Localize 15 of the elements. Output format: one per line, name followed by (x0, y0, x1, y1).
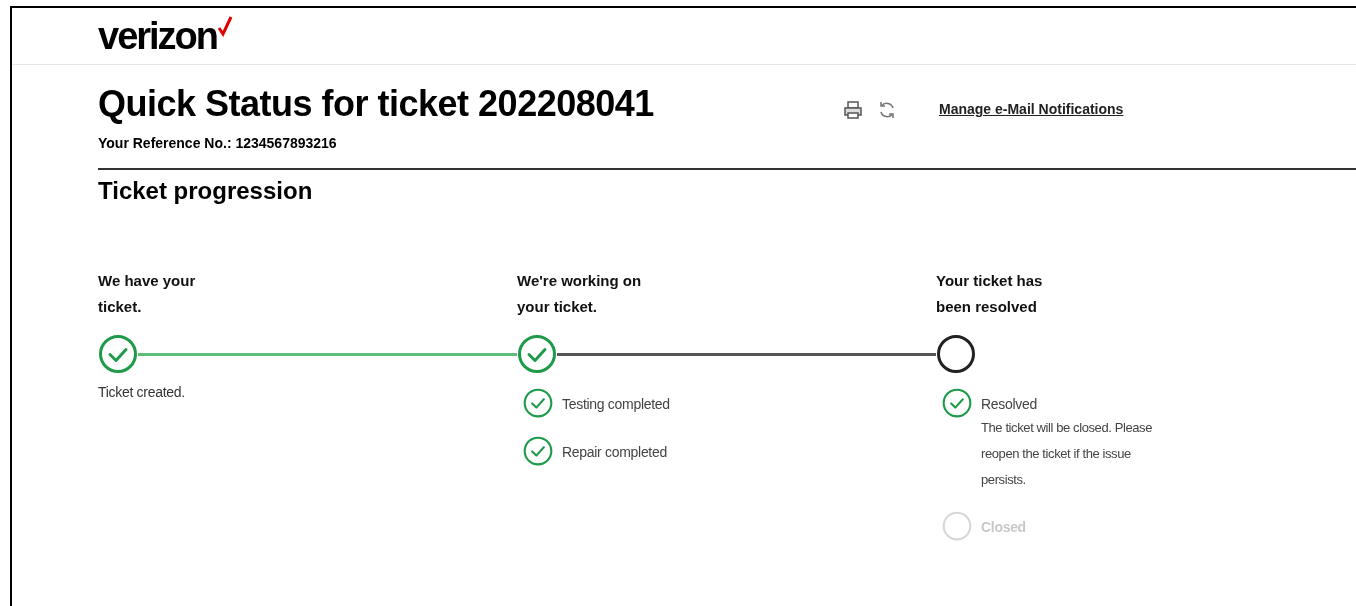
step-label: Resolved (981, 395, 1038, 414)
refresh-icon[interactable] (877, 99, 897, 120)
stage-note: Ticket created. (98, 383, 186, 402)
stage-title: We're working on your ticket. (517, 271, 643, 317)
manage-notifications-link[interactable]: Manage e-Mail Notifications (939, 99, 1124, 120)
step-detail: The ticket will be closed. Please reopen the ticket if the issue persists. (981, 419, 1154, 489)
logo: verizon (98, 14, 234, 58)
stage-title: Your ticket has been resolved (936, 271, 1044, 317)
section-title: Ticket progression (98, 176, 314, 206)
print-icon[interactable] (843, 99, 863, 120)
step-label: Testing completed (562, 395, 670, 414)
step-label: Repair completed (562, 443, 667, 462)
reference-number: Your Reference No.: 1234567893216 (98, 134, 338, 153)
page-title: Quick Status for ticket 202208041 (98, 83, 655, 125)
stage-title: We have your ticket. (98, 271, 197, 317)
